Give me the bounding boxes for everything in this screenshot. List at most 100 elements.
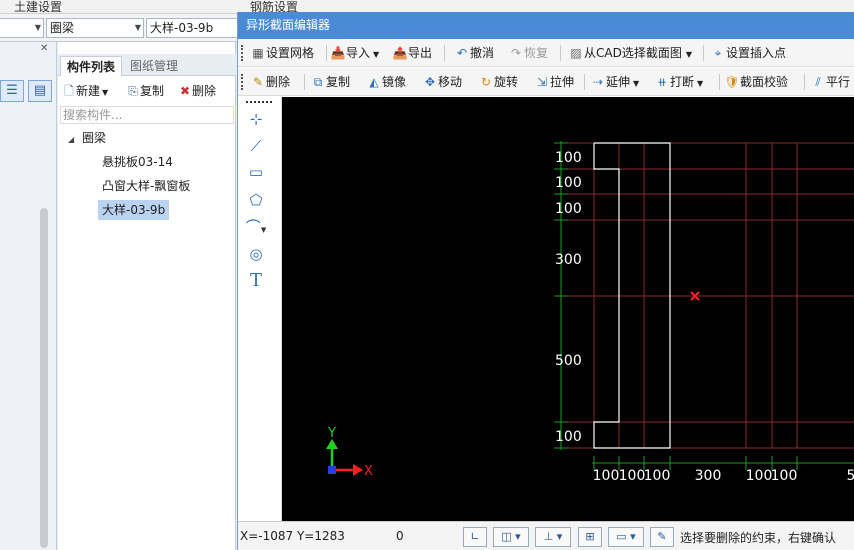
break-icon: ⧺ [656,75,668,89]
extend-button[interactable]: ⇢ 延伸 ▼ [590,73,639,91]
angle-readout: 0 [396,529,404,543]
dim-label: 100 [555,175,582,191]
constraint-mode-icon[interactable]: ⊥ ▾ [535,527,571,547]
delete-icon: ✖ [179,84,191,98]
select-from-cad-button[interactable]: ▨ 从CAD选择截面图 ▼ [568,44,692,62]
snap-mode-icon[interactable]: ◫ ▾ [493,527,529,547]
tree-item[interactable]: 悬挑板03-14 [102,152,173,172]
dim-label: 100 [771,468,798,484]
search-input[interactable]: 搜索构件... [60,106,234,124]
break-button[interactable]: ⧺ 打断 ▼ [654,73,703,91]
dim-label: 100 [619,468,646,484]
dim-label: 300 [555,252,582,268]
chevron-down-icon: ▼ [373,50,380,59]
arc-tool-icon[interactable]: ⌒▼ [244,216,268,238]
delete-button[interactable]: ✖ 删除 [178,82,216,100]
vertical-scrollbar[interactable] [40,208,48,548]
stretch-button[interactable]: ⇲ 拉伸 [534,73,574,91]
chevron-down-icon: ▼ [697,79,704,88]
tab-drawing-management[interactable]: 图纸管理 [124,56,184,76]
stretch-icon: ⇲ [536,75,548,89]
grid-icon: ▦ [252,46,264,60]
chevron-down-icon: ▼ [260,226,267,234]
rectangle-tool-icon[interactable]: ▭ [244,161,268,183]
name-combo-value: 大样-03-9b [150,21,214,35]
orthogonal-toggle-icon[interactable]: ∟ [463,527,487,547]
chevron-down-icon: ▼ [633,79,640,88]
chevron-down-icon: ▼ [685,50,692,59]
toolbar-grip[interactable] [246,101,272,103]
edit-note-icon[interactable]: ✎ [650,527,674,547]
category-combo[interactable]: ▼ [0,18,44,38]
undo-button[interactable]: ↶ 撤消 [454,44,494,62]
left-side-pane: ✕ ☰ ▤ [0,42,57,550]
circle-tool-icon[interactable]: ◎ [244,243,268,265]
redo-button[interactable]: ↷ 恢复 [508,44,548,62]
dim-label: 5 [847,468,854,484]
new-file-icon: 🗋 [64,84,74,98]
export-icon: 📤 [392,46,408,60]
dim-label: 300 [695,468,722,484]
parallel-icon: ⫽ [815,75,821,89]
dim-label: 100 [555,429,582,445]
close-icon[interactable]: ✕ [40,43,48,54]
tab-component-list[interactable]: 构件列表 [60,56,123,76]
copy-icon: ⧉ [313,75,323,89]
type-combo[interactable]: 圈梁 ▼ [46,18,144,38]
toolbar-grip[interactable] [241,45,244,61]
name-combo[interactable]: 大样-03-9b [146,18,240,38]
dimension-lines [554,141,854,470]
bottom-dimension-labels: 100 100 100 300 100 100 5 [593,468,854,484]
move-button[interactable]: ✥ 移动 [422,73,462,91]
detail-view-icon[interactable]: ▤ [28,80,52,102]
tree-item-selected[interactable]: 大样-03-9b [98,200,170,220]
export-button[interactable]: 📤导出 [392,44,433,62]
collapse-icon: ◢ [68,135,75,144]
drawing-canvas[interactable]: 100 100 100 300 500 100 100 100 100 300 … [282,97,854,521]
dialog-title: 异形截面编辑器 [238,12,854,39]
section-drawing[interactable]: 100 100 100 300 500 100 100 100 100 300 … [282,97,854,521]
tree-item[interactable]: 凸窗大样-飘窗板 [102,176,190,196]
status-message: 选择要删除的约束，右键确认 [680,531,837,545]
import-button[interactable]: 📥导入 ▼ [330,44,380,62]
dim-label: 100 [746,468,773,484]
menu-item-civil-settings[interactable]: 土建设置 [14,0,62,15]
display-mode-icon[interactable]: ▭ ▾ [608,527,644,547]
cad-select-icon: ▨ [570,46,582,60]
status-bar: X=-1087 Y=1283 0 ∟ ◫ ▾ ⊥ ▾ ⊞ ▭ ▾ ✎ 选择要删除… [238,521,854,550]
coordinate-readout: X=-1087 Y=1283 [240,529,345,543]
y-axis-label: Y [327,426,336,441]
point-tool-icon[interactable]: ⊹ [244,108,268,130]
list-view-icon[interactable]: ☰ [0,80,24,102]
list-toolbar: 🗋 新建 ▼ ⎘ 复制 ✖ 删除 [58,79,236,103]
grid-settings-button[interactable]: ▦ 设置网格 [250,44,314,62]
drawing-tools-column: ⊹ ⟋ ▭ ⬠ ⌒▼ ◎ T [238,97,282,521]
dim-label: 100 [555,201,582,217]
line-tool-icon[interactable]: ⟋ [244,135,268,157]
import-icon: 📥 [330,46,346,60]
axis-indicator: Y X [326,426,373,479]
dim-label: 100 [555,150,582,166]
rotate-button[interactable]: ↻ 旋转 [478,73,518,91]
text-tool-icon[interactable]: T [244,270,268,292]
insert-point-icon: ⌖ [714,46,722,60]
chevron-down-icon: ▼ [34,23,41,32]
section-editor-dialog: 异形截面编辑器 ▦ 设置网格 📥导入 ▼ 📤导出 ↶ 撤消 ↷ 恢复 ▨ 从CAD选择截面… [237,12,854,550]
dimension-mode-icon[interactable]: ⊞ [578,527,602,547]
tree-root[interactable]: ◢ 圈梁 [68,128,106,148]
polygon-tool-icon[interactable]: ⬠ [244,189,268,211]
mirror-button[interactable]: ◭ 镜像 [366,73,406,91]
list-tabs: 构件列表 图纸管理 [58,54,236,76]
selector-row: ▼ 圈梁 ▼ 大样-03-9b [0,14,240,42]
editor-toolbar-top: ▦ 设置网格 📥导入 ▼ 📤导出 ↶ 撤消 ↷ 恢复 ▨ 从CAD选择截面图 ▼ ⌖ 设置插入… [238,39,854,67]
set-insert-point-button[interactable]: ⌖ 设置插入点 [710,44,786,62]
copy-button[interactable]: ⎘ 复制 [126,82,164,100]
section-check-button[interactable]: 🛡截面校验 [724,73,788,91]
toolbar-grip[interactable] [241,74,244,90]
copy-tool-button[interactable]: ⧉ 复制 [310,73,350,91]
eraser-icon: ✎ [252,75,264,89]
delete-tool-button[interactable]: ✎ 删除 [250,73,290,91]
parallel-button[interactable]: ⫽ 平行 [810,73,850,91]
new-button[interactable]: 🗋 新建 ▼ [62,82,108,100]
extend-icon: ⇢ [592,75,604,89]
